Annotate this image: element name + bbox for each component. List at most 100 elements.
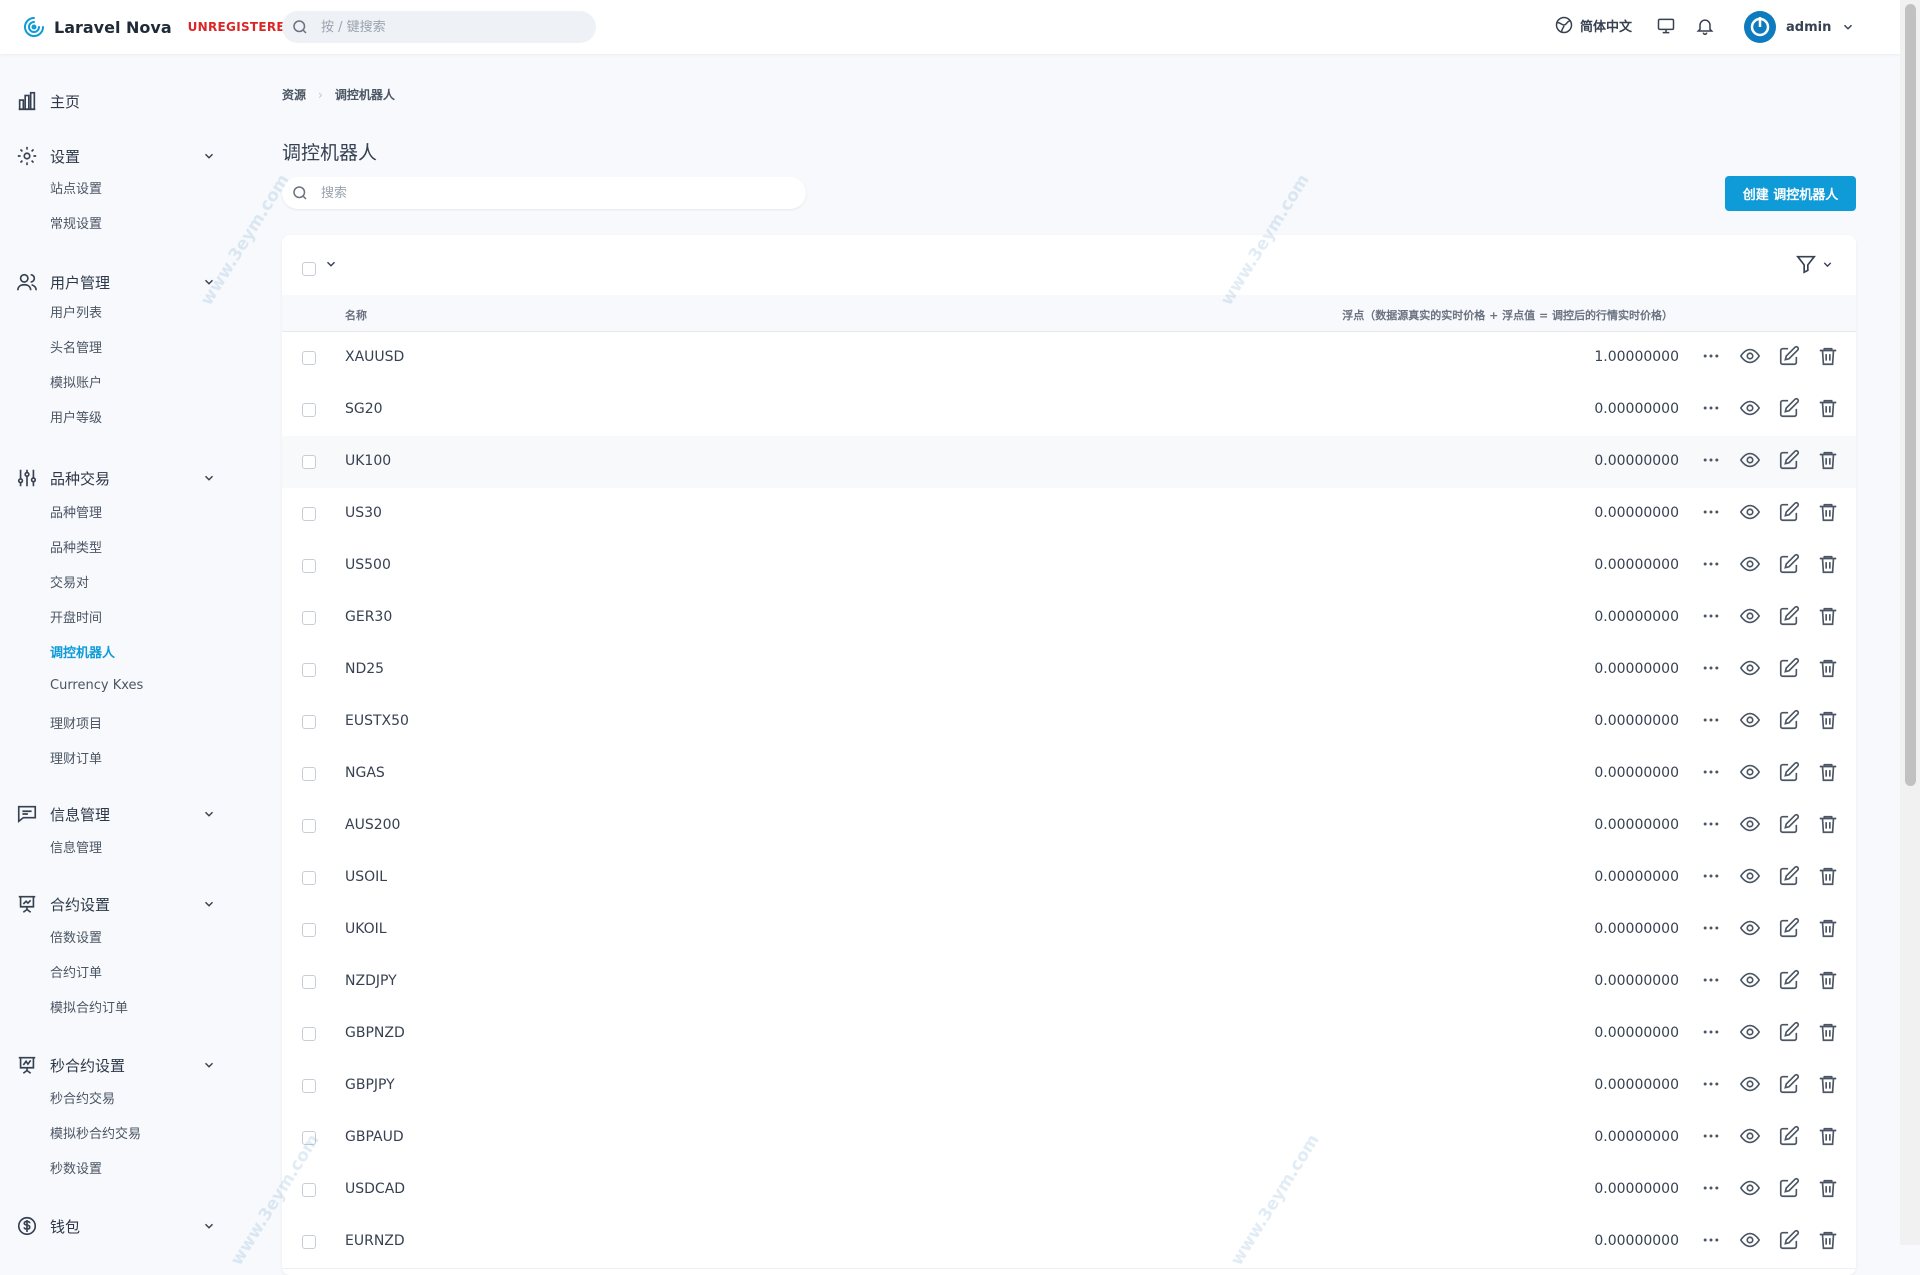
delete-trash-icon[interactable] <box>1817 761 1839 783</box>
view-eye-icon[interactable] <box>1739 1125 1761 1147</box>
sidebar-item-finance-order[interactable]: 理财订单 <box>50 748 102 767</box>
sidebar-item-demo-account[interactable]: 模拟账户 <box>50 372 102 391</box>
row-name[interactable]: NZDJPY <box>345 973 397 989</box>
row-name[interactable]: SG20 <box>345 401 383 417</box>
more-actions-icon[interactable] <box>1701 346 1721 366</box>
sidebar-item-title-manage[interactable]: 头名管理 <box>50 337 102 356</box>
edit-icon[interactable] <box>1778 345 1800 367</box>
view-eye-icon[interactable] <box>1739 1177 1761 1199</box>
sidebar-item-second-trade[interactable]: 秒合约交易 <box>50 1088 115 1107</box>
more-actions-icon[interactable] <box>1701 398 1721 418</box>
sidebar-item-message-manage[interactable]: 信息管理 <box>50 837 102 856</box>
row-checkbox[interactable] <box>302 611 316 625</box>
more-actions-icon[interactable] <box>1701 918 1721 938</box>
table-row[interactable]: US30 0.00000000 <box>282 488 1856 541</box>
bell-icon[interactable] <box>1695 16 1715 36</box>
delete-trash-icon[interactable] <box>1817 1177 1839 1199</box>
edit-icon[interactable] <box>1778 1177 1800 1199</box>
view-eye-icon[interactable] <box>1739 449 1761 471</box>
view-eye-icon[interactable] <box>1739 397 1761 419</box>
row-name[interactable]: UK100 <box>345 453 391 469</box>
table-row[interactable]: EURNZD 0.00000000 <box>282 1216 1856 1269</box>
sidebar-item-trade-pair[interactable]: 交易对 <box>50 572 89 591</box>
row-checkbox[interactable] <box>302 767 316 781</box>
table-row[interactable]: GBPNZD 0.00000000 <box>282 1008 1856 1061</box>
view-eye-icon[interactable] <box>1739 501 1761 523</box>
edit-icon[interactable] <box>1778 917 1800 939</box>
filter-button[interactable] <box>1795 253 1834 275</box>
select-all-checkbox[interactable] <box>302 258 316 277</box>
more-actions-icon[interactable] <box>1701 554 1721 574</box>
sidebar-item-open-time[interactable]: 开盘时间 <box>50 607 102 626</box>
row-name[interactable]: GER30 <box>345 609 392 625</box>
edit-icon[interactable] <box>1778 1073 1800 1095</box>
row-name[interactable]: GBPJPY <box>345 1077 395 1093</box>
table-row[interactable]: AUS200 0.00000000 <box>282 800 1856 853</box>
row-checkbox[interactable] <box>302 1183 316 1197</box>
table-row[interactable]: UKOIL 0.00000000 <box>282 904 1856 957</box>
user-menu[interactable]: admin <box>1744 11 1855 43</box>
delete-trash-icon[interactable] <box>1817 1229 1839 1251</box>
table-row[interactable]: GBPAUD 0.00000000 <box>282 1112 1856 1165</box>
more-actions-icon[interactable] <box>1701 710 1721 730</box>
delete-trash-icon[interactable] <box>1817 553 1839 575</box>
sidebar-item-trading[interactable]: 品种交易 <box>16 464 216 492</box>
row-checkbox[interactable] <box>302 871 316 885</box>
sidebar-item-symbol-type[interactable]: 品种类型 <box>50 537 102 556</box>
table-row[interactable]: NGAS 0.00000000 <box>282 748 1856 801</box>
select-menu-chevron-down-icon[interactable] <box>324 257 338 271</box>
sidebar-item-wallet[interactable]: 钱包 <box>16 1212 216 1240</box>
resource-search[interactable] <box>282 177 806 209</box>
delete-trash-icon[interactable] <box>1817 1021 1839 1043</box>
page-scrollbar[interactable] <box>1900 0 1920 1245</box>
row-name[interactable]: USOIL <box>345 869 387 885</box>
view-eye-icon[interactable] <box>1739 761 1761 783</box>
sidebar-item-users[interactable]: 用户管理 <box>16 268 216 296</box>
column-header-name[interactable]: 名称 <box>345 307 367 323</box>
edit-icon[interactable] <box>1778 813 1800 835</box>
delete-trash-icon[interactable] <box>1817 709 1839 731</box>
sidebar-item-contract-order[interactable]: 合约订单 <box>50 962 102 981</box>
row-checkbox[interactable] <box>302 1131 316 1145</box>
sidebar-item-contract[interactable]: 合约设置 <box>16 890 216 918</box>
sidebar-item-finance-project[interactable]: 理财项目 <box>50 713 102 732</box>
table-row[interactable]: NZDJPY 0.00000000 <box>282 956 1856 1009</box>
delete-trash-icon[interactable] <box>1817 501 1839 523</box>
row-name[interactable]: UKOIL <box>345 921 387 937</box>
sidebar-item-settings[interactable]: 设置 <box>16 142 216 170</box>
edit-icon[interactable] <box>1778 1125 1800 1147</box>
sidebar-item-general-settings[interactable]: 常规设置 <box>50 213 102 232</box>
edit-icon[interactable] <box>1778 449 1800 471</box>
create-robot-button[interactable]: 创建 调控机器人 <box>1725 176 1856 211</box>
row-checkbox[interactable] <box>302 715 316 729</box>
table-row[interactable]: ND25 0.00000000 <box>282 644 1856 697</box>
more-actions-icon[interactable] <box>1701 866 1721 886</box>
delete-trash-icon[interactable] <box>1817 917 1839 939</box>
edit-icon[interactable] <box>1778 969 1800 991</box>
row-name[interactable]: XAUUSD <box>345 349 404 365</box>
more-actions-icon[interactable] <box>1701 502 1721 522</box>
row-name[interactable]: US500 <box>345 557 391 573</box>
sidebar-item-second-contract[interactable]: 秒合约设置 <box>16 1051 216 1079</box>
table-row[interactable]: GBPJPY 0.00000000 <box>282 1060 1856 1113</box>
table-row[interactable]: SG20 0.00000000 <box>282 384 1856 437</box>
view-eye-icon[interactable] <box>1739 553 1761 575</box>
language-switcher[interactable]: 简体中文 <box>1554 15 1632 35</box>
edit-icon[interactable] <box>1778 657 1800 679</box>
edit-icon[interactable] <box>1778 605 1800 627</box>
edit-icon[interactable] <box>1778 1021 1800 1043</box>
view-eye-icon[interactable] <box>1739 1021 1761 1043</box>
table-row[interactable]: EUSTX50 0.00000000 <box>282 696 1856 749</box>
view-eye-icon[interactable] <box>1739 1229 1761 1251</box>
row-name[interactable]: GBPAUD <box>345 1129 404 1145</box>
global-search-input[interactable] <box>319 18 573 36</box>
delete-trash-icon[interactable] <box>1817 1125 1839 1147</box>
view-eye-icon[interactable] <box>1739 813 1761 835</box>
delete-trash-icon[interactable] <box>1817 969 1839 991</box>
breadcrumb-root[interactable]: 资源 <box>282 86 306 103</box>
monitor-icon[interactable] <box>1656 16 1676 36</box>
edit-icon[interactable] <box>1778 761 1800 783</box>
more-actions-icon[interactable] <box>1701 606 1721 626</box>
table-row[interactable]: XAUUSD 1.00000000 <box>282 332 1856 385</box>
row-name[interactable]: GBPNZD <box>345 1025 405 1041</box>
